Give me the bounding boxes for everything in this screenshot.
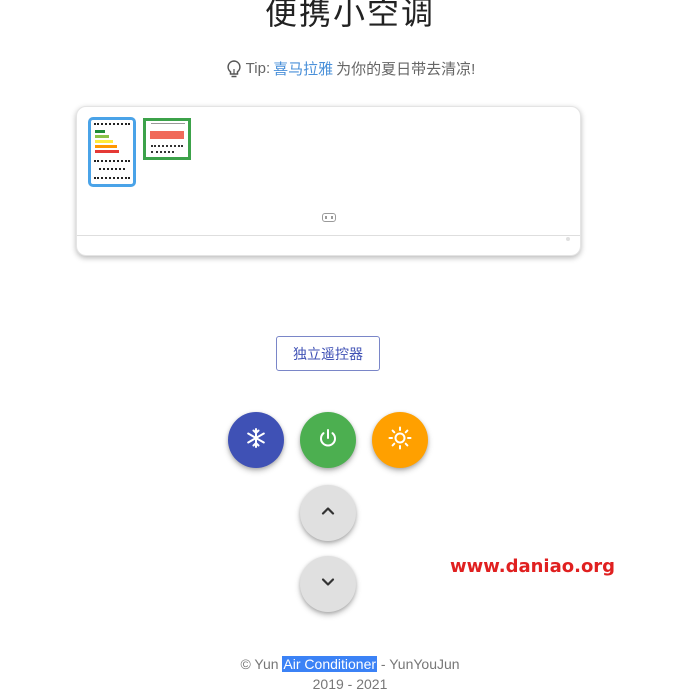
heat-mode-button[interactable] bbox=[372, 412, 428, 468]
remote-control-button[interactable]: 独立遥控器 bbox=[276, 336, 380, 371]
app-name-link[interactable]: Air Conditioner bbox=[282, 656, 378, 672]
chevron-down-icon bbox=[320, 574, 336, 595]
power-button[interactable] bbox=[300, 412, 356, 468]
tip-line: Tip: 喜马拉雅 为你的夏日带去清凉! bbox=[0, 58, 700, 79]
temperature-up-button[interactable] bbox=[300, 485, 356, 541]
temperature-down-button[interactable] bbox=[300, 556, 356, 612]
tip-prefix: Tip: bbox=[245, 60, 271, 77]
copyright-years: 2019 - 2021 bbox=[312, 676, 388, 692]
display-icon bbox=[322, 213, 336, 222]
power-icon bbox=[317, 427, 339, 454]
sun-icon bbox=[388, 426, 412, 455]
copyright-prefix: © Yun bbox=[240, 656, 283, 672]
chevron-up-icon bbox=[320, 503, 336, 524]
copyright-line: © Yun Air Conditioner - YunYouJun bbox=[0, 654, 700, 674]
page-title: 便携小空调 bbox=[264, 0, 435, 32]
tip-highlight: 喜马拉雅 bbox=[273, 61, 334, 78]
vent-line bbox=[77, 235, 580, 236]
watermark: www.daniao.org bbox=[450, 556, 616, 577]
energy-label-sticker bbox=[88, 117, 136, 187]
air-conditioner-unit bbox=[76, 106, 581, 256]
status-led bbox=[566, 237, 570, 241]
copyright-suffix: - YunYouJun bbox=[377, 656, 460, 672]
cold-mode-button[interactable] bbox=[228, 412, 284, 468]
footer: © Yun Air Conditioner - YunYouJun 2019 -… bbox=[0, 654, 700, 694]
tip-suffix: 为你的夏日带去清凉! bbox=[336, 61, 476, 78]
page: 便携小空调 Tip: 喜马拉雅 为你的夏日带去清凉! 独立遥控器 www.dan… bbox=[0, 0, 700, 700]
snowflake-icon bbox=[245, 427, 267, 454]
brand-sticker bbox=[143, 118, 191, 160]
lightbulb-icon bbox=[225, 59, 243, 79]
